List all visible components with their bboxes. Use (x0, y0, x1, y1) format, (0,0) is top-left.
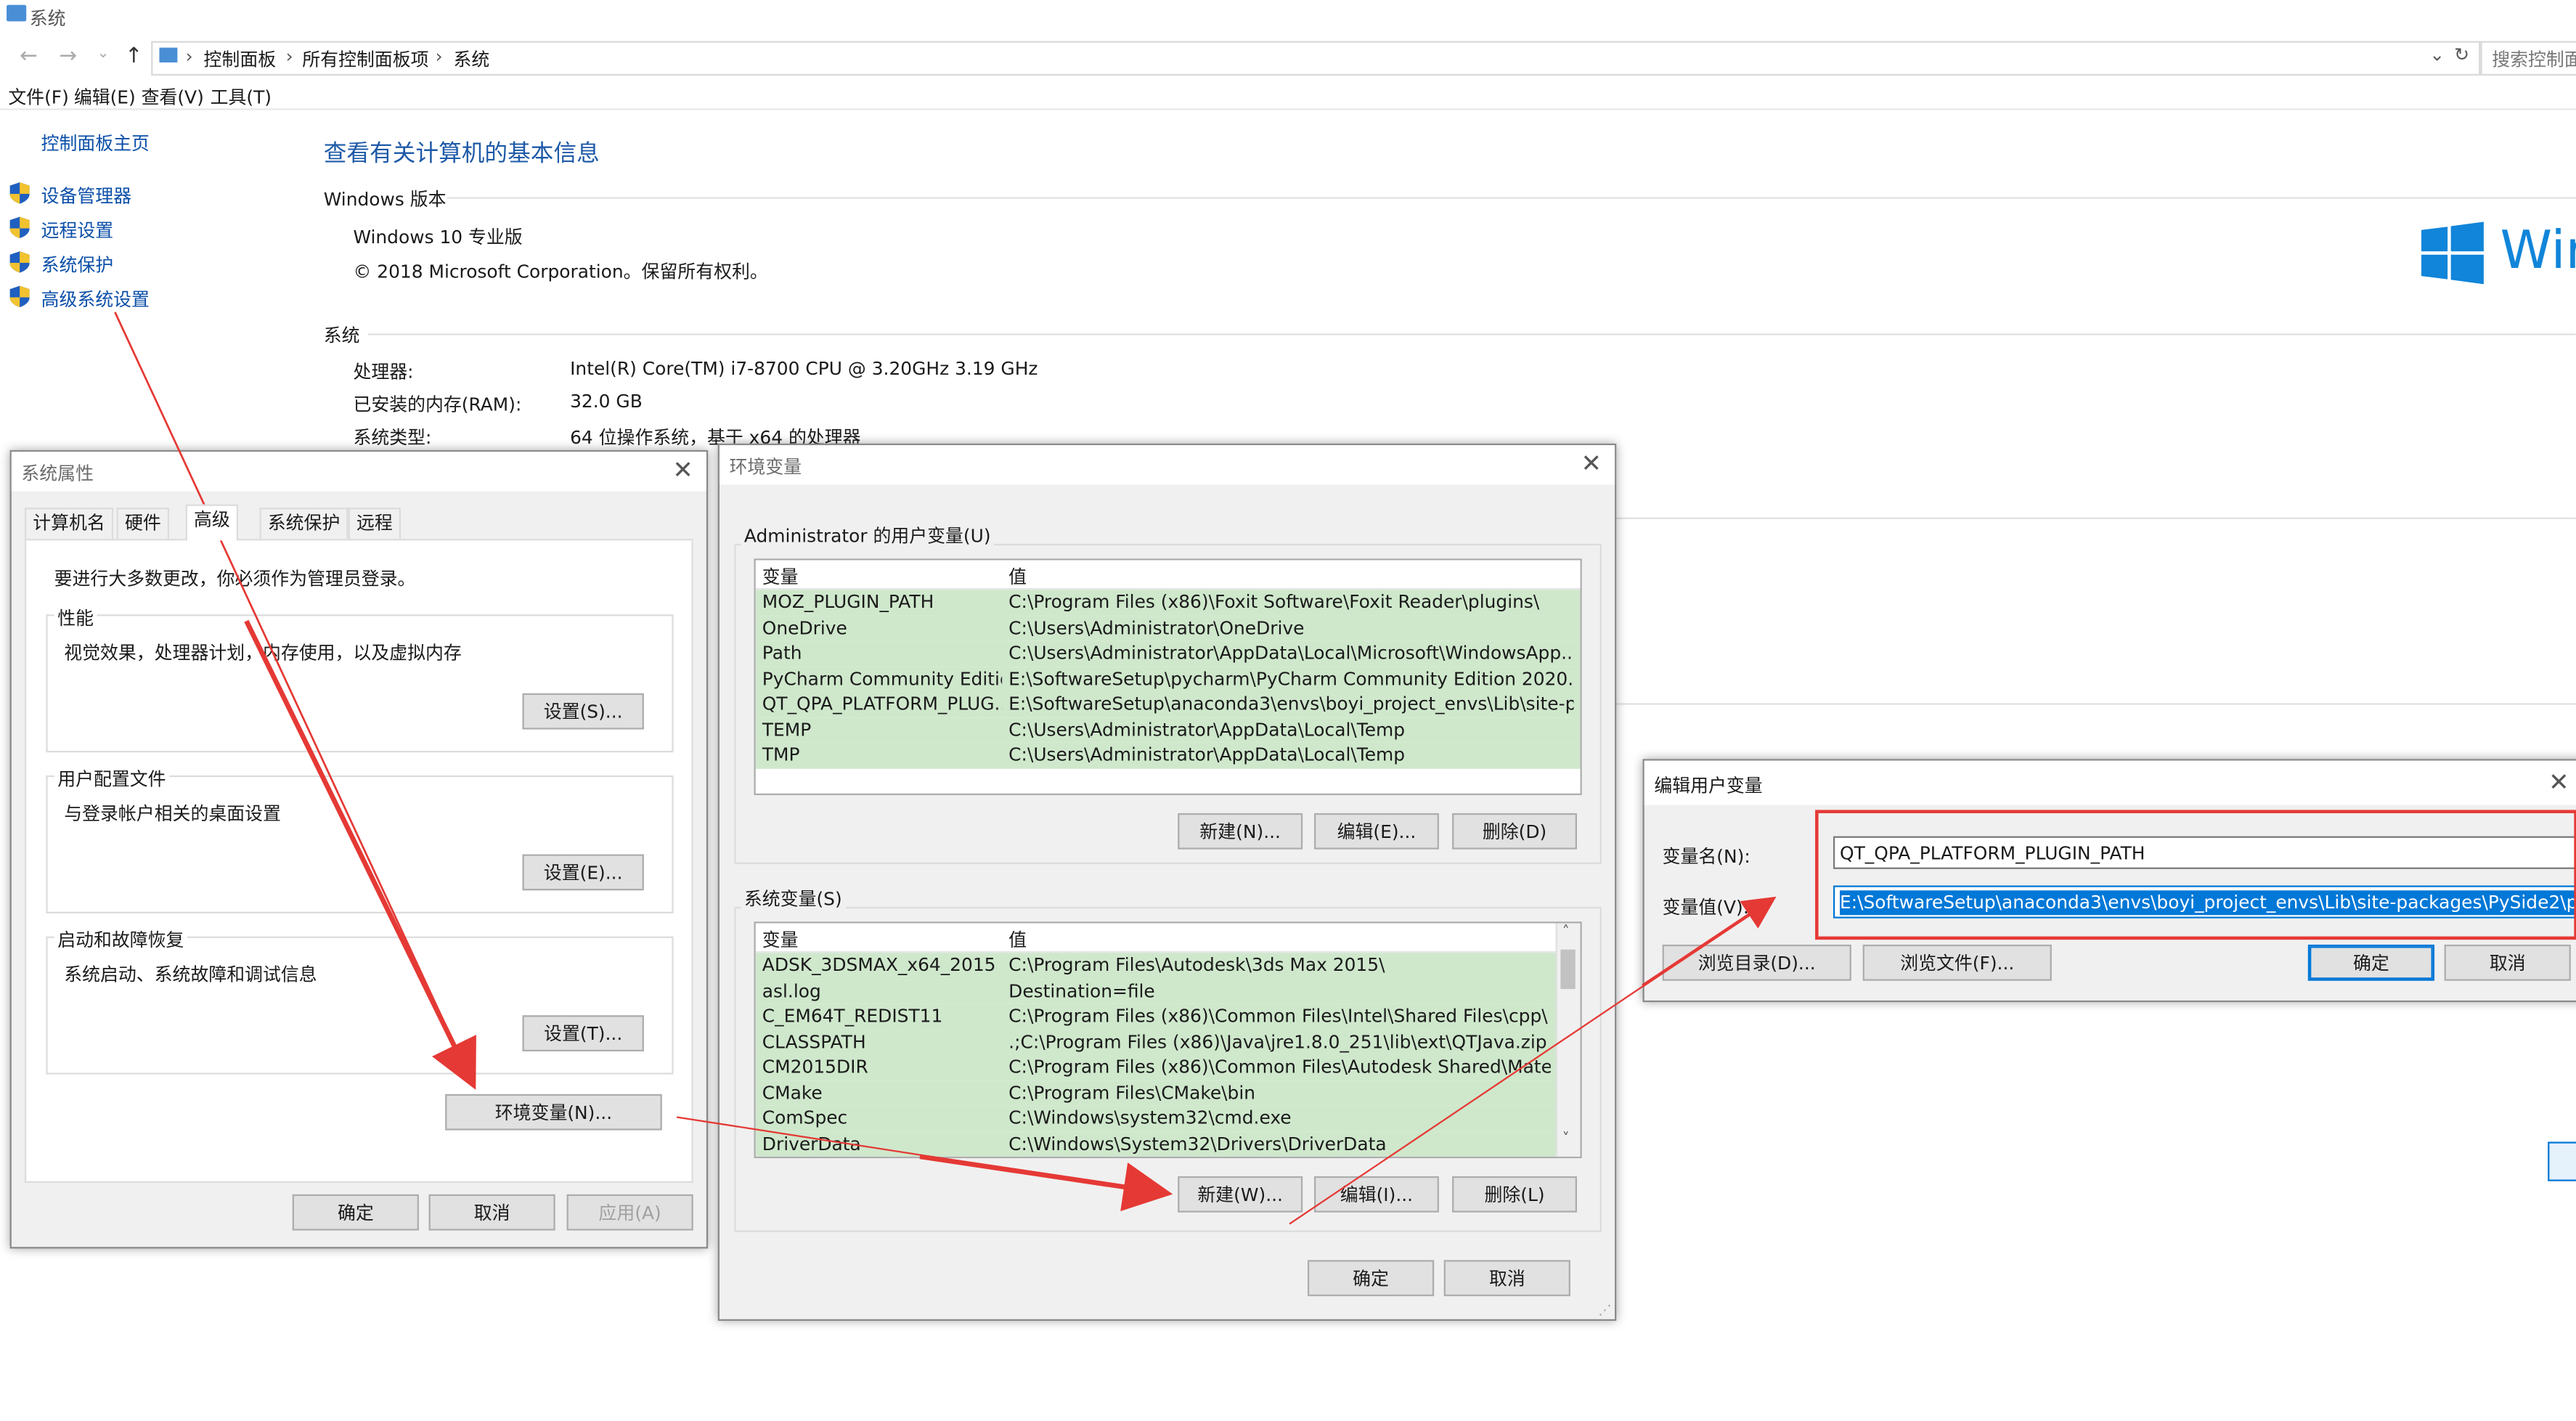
annotation-arrows (114, 312, 1777, 1225)
arrow-to-env-button (114, 312, 473, 1082)
tab-advanced[interactable]: 高级 (185, 504, 239, 541)
screen: 系统 ← → ⌄ ↑ › 控制面板 › 所有控制面板项 › 系统 ⌄ ↻ 搜索控… (0, 0, 2576, 1421)
